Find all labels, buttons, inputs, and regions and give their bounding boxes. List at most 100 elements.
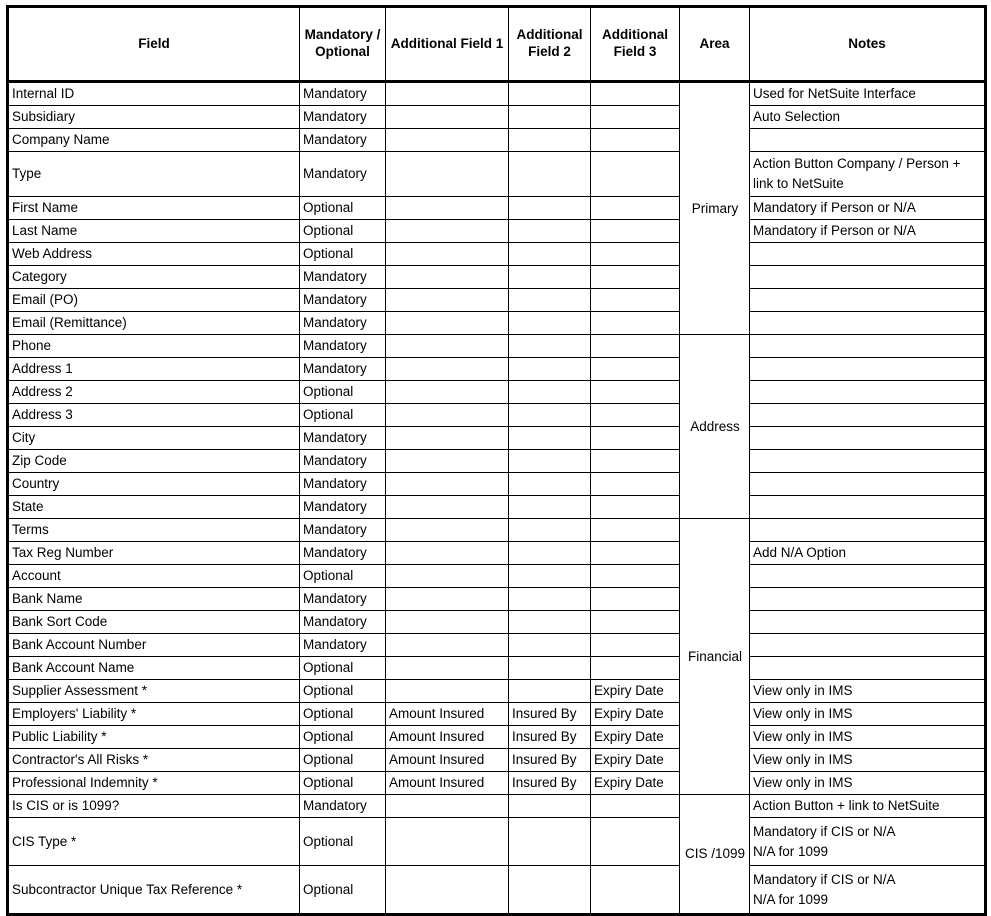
cell-mandatory-optional: Mandatory	[299, 541, 386, 565]
column-header-additional-field-3-line2: Field 3	[613, 44, 657, 59]
cell-notes	[749, 357, 986, 381]
table-body: Internal ID Mandatory Primary Used for NetS…	[7, 81, 986, 915]
cell-additional-field-1	[385, 288, 509, 312]
cell-additional-field-2	[508, 564, 591, 588]
column-header-additional-field-1-line1: Additional	[390, 35, 457, 51]
cell-additional-field-3	[590, 472, 680, 496]
cell-mandatory-optional: Optional	[299, 219, 386, 243]
table-row: Bank Name Mandatory	[7, 587, 986, 611]
cell-additional-field-2	[508, 865, 591, 915]
cell-notes-line2: link to NetSuite	[753, 176, 844, 191]
cell-mandatory-optional: Optional	[299, 403, 386, 427]
cell-additional-field-3	[590, 334, 680, 358]
table-row: Subsidiary Mandatory Auto Selection	[7, 105, 986, 129]
cell-notes: Auto Selection	[749, 105, 986, 129]
cell-mandatory-optional: Mandatory	[299, 105, 386, 129]
cell-mandatory-optional: Mandatory	[299, 311, 386, 335]
cell-field: State	[7, 495, 300, 519]
cell-additional-field-2: Insured By	[508, 702, 591, 726]
cell-additional-field-3	[590, 380, 680, 404]
cell-notes: Mandatory if Person or N/A	[749, 219, 986, 243]
cell-notes-line2: N/A for 1099	[753, 843, 829, 859]
table-row: Zip Code Mandatory	[7, 449, 986, 473]
cell-additional-field-3	[590, 541, 680, 565]
cell-additional-field-2	[508, 196, 591, 220]
cell-additional-field-2	[508, 81, 591, 106]
cell-field: Employers' Liability *	[7, 702, 300, 726]
cell-additional-field-1	[385, 105, 509, 129]
cell-additional-field-2	[508, 380, 591, 404]
cell-mandatory-optional: Optional	[299, 865, 386, 915]
cell-field: Contractor's All Risks *	[7, 748, 300, 772]
cell-additional-field-2	[508, 794, 591, 818]
cell-additional-field-1	[385, 610, 509, 634]
cell-mandatory-optional: Mandatory	[299, 426, 386, 450]
cell-additional-field-2	[508, 357, 591, 381]
cell-additional-field-1	[385, 311, 509, 335]
cell-additional-field-1	[385, 357, 509, 381]
cell-additional-field-2	[508, 587, 591, 611]
cell-additional-field-1	[385, 794, 509, 818]
cell-additional-field-3	[590, 105, 680, 129]
cell-notes: View only in IMS	[749, 679, 986, 703]
table-row: Contractor's All Risks * Optional Amount I…	[7, 748, 986, 772]
cell-additional-field-1	[385, 242, 509, 266]
table-row: CIS Type * Optional Mandatory if CIS or N/…	[7, 817, 986, 866]
cell-additional-field-1	[385, 128, 509, 152]
cell-notes: View only in IMS	[749, 725, 986, 749]
cell-additional-field-2: Insured By	[508, 771, 591, 795]
cell-additional-field-2	[508, 656, 591, 680]
cell-additional-field-1	[385, 449, 509, 473]
cell-notes: View only in IMS	[749, 702, 986, 726]
cell-additional-field-2	[508, 679, 591, 703]
cell-field: Tax Reg Number	[7, 541, 300, 565]
table-row: Tax Reg Number Mandatory Add N/A Option	[7, 541, 986, 565]
table-row: City Mandatory	[7, 426, 986, 450]
cell-mandatory-optional: Mandatory	[299, 151, 386, 197]
cell-additional-field-3	[590, 495, 680, 519]
cell-additional-field-2	[508, 541, 591, 565]
cell-additional-field-3: Expiry Date	[590, 771, 680, 795]
cell-additional-field-2	[508, 334, 591, 358]
table-row: Bank Sort Code Mandatory	[7, 610, 986, 634]
cell-additional-field-2	[508, 610, 591, 634]
cell-field: Bank Sort Code	[7, 610, 300, 634]
cell-additional-field-1: Amount Insured	[385, 702, 509, 726]
cell-area: Primary	[679, 81, 750, 335]
table-row: Email (Remittance) Mandatory	[7, 311, 986, 335]
cell-field: Category	[7, 265, 300, 289]
table-row: Professional Indemnity * Optional Amount I…	[7, 771, 986, 795]
cell-field: Professional Indemnity *	[7, 771, 300, 795]
cell-additional-field-3: Expiry Date	[590, 725, 680, 749]
cell-additional-field-3	[590, 426, 680, 450]
table-row: Bank Account Name Optional	[7, 656, 986, 680]
cell-notes	[749, 449, 986, 473]
cell-field: Web Address	[7, 242, 300, 266]
cell-field: First Name	[7, 196, 300, 220]
column-header-mandatory-optional-line1: Mandatory	[304, 27, 373, 43]
cell-notes: Action Button + link to NetSuite	[749, 794, 986, 818]
column-header-mandatory-optional: Mandatory / Optional	[299, 6, 386, 83]
table-row: Is CIS or is 1099? Mandatory CIS /1099 Acti…	[7, 794, 986, 915]
cell-additional-field-2	[508, 242, 591, 266]
cell-mandatory-optional: Optional	[299, 702, 386, 726]
cell-area: Financial	[679, 518, 750, 795]
cell-mandatory-optional: Optional	[299, 679, 386, 703]
cell-area-line2: 1099	[714, 846, 746, 862]
column-header-additional-field-2: Additional Field 2	[508, 6, 591, 83]
cell-additional-field-1	[385, 196, 509, 220]
cell-field: Supplier Assessment *	[7, 679, 300, 703]
column-header-additional-field-3: Additional Field 3	[590, 6, 680, 83]
table-row: Internal ID Mandatory Primary Used for NetS…	[7, 81, 986, 335]
cell-additional-field-3	[590, 357, 680, 381]
cell-additional-field-1	[385, 865, 509, 915]
table-row: Public Liability * Optional Amount Insured…	[7, 725, 986, 749]
cell-additional-field-2	[508, 105, 591, 129]
cell-mandatory-optional: Mandatory	[299, 587, 386, 611]
table-row: Account Optional	[7, 564, 986, 588]
cell-additional-field-3: Expiry Date	[590, 702, 680, 726]
cell-notes: Mandatory if CIS or N/A N/A for 1099	[749, 865, 986, 915]
cell-additional-field-3	[590, 518, 680, 542]
cell-field: Email (Remittance)	[7, 311, 300, 335]
cell-additional-field-2	[508, 311, 591, 335]
